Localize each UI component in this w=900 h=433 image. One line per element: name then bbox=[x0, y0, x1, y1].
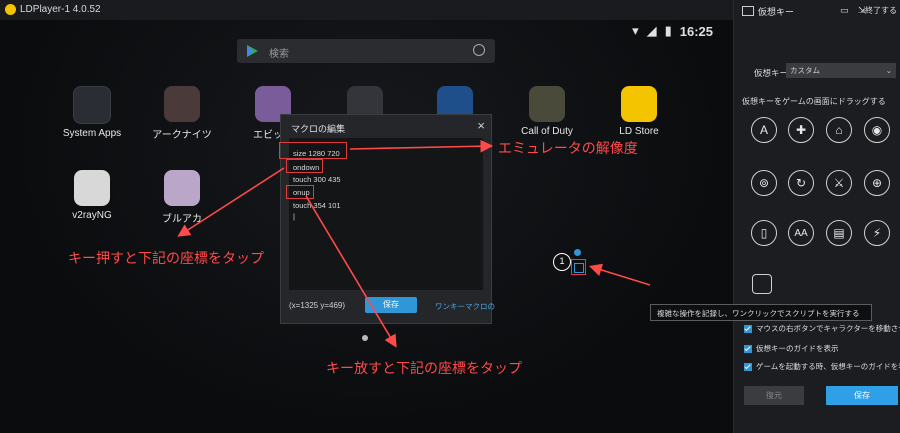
blue-archive-icon bbox=[164, 170, 200, 206]
checkbox-label: マウスの右ボタンでキャラクターを移動させる bbox=[756, 324, 900, 333]
vk-preset-select[interactable]: カスタム ⌄ bbox=[786, 63, 896, 78]
aim-key-button[interactable]: ⊕ bbox=[864, 170, 890, 196]
call-of-duty-icon bbox=[529, 86, 565, 122]
folder-icon[interactable]: ▭ bbox=[840, 5, 849, 16]
checkbox-icon bbox=[744, 345, 752, 354]
panel-title: 仮想キー bbox=[758, 7, 795, 17]
v2rayng-icon bbox=[74, 170, 110, 206]
arknights-icon bbox=[164, 86, 200, 122]
checkbox-show-guide[interactable]: 仮想キーのガイドを表示 bbox=[744, 343, 839, 354]
ldplayer-logo-icon bbox=[5, 4, 16, 15]
lightning-key-button[interactable]: ⚡ bbox=[864, 220, 890, 246]
search-icon[interactable] bbox=[473, 44, 485, 56]
app-v2rayng[interactable]: v2rayNG bbox=[57, 170, 127, 221]
marker-edit-icon[interactable] bbox=[574, 263, 584, 273]
annotation-resolution: エミュレータの解像度 bbox=[498, 140, 638, 156]
highlight-ondown bbox=[286, 159, 323, 173]
macro-key-button[interactable] bbox=[752, 274, 772, 294]
reset-button[interactable]: 復元 bbox=[744, 386, 804, 405]
exit-button[interactable]: 終了する bbox=[865, 5, 897, 16]
vk-select-label: 仮想キー bbox=[754, 68, 789, 78]
script-line: touch 354 101 bbox=[293, 201, 341, 210]
shake-key-button[interactable]: ▤ bbox=[826, 220, 852, 246]
battery-icon: ▮ bbox=[664, 23, 672, 38]
checkbox-label: ゲームを起動する時、仮想キーのガイドを表示 bbox=[756, 362, 900, 371]
macro-key-marker[interactable]: 1 bbox=[553, 253, 571, 271]
play-store-icon bbox=[247, 45, 258, 57]
cursor-coordinates: (x=1325 y=469) bbox=[289, 301, 346, 310]
dpad-key-button[interactable]: ✚ bbox=[788, 117, 814, 143]
window-titlebar: LDPlayer-1 4.0.52 bbox=[0, 0, 733, 20]
rotate-key-button[interactable]: ↻ bbox=[788, 170, 814, 196]
wifi-icon: ▾ bbox=[632, 23, 639, 38]
app-label: v2rayNG bbox=[72, 210, 112, 221]
highlight-onup bbox=[286, 185, 314, 199]
text-cursor: | bbox=[293, 212, 295, 221]
repeat-key-button[interactable]: AA bbox=[788, 220, 814, 246]
checkbox-right-click-move[interactable]: マウスの右ボタンでキャラクターを移動させる bbox=[744, 323, 900, 334]
drag-hint: 仮想キーをゲームの画面にドラッグする bbox=[742, 97, 886, 106]
chevron-down-icon: ⌄ bbox=[885, 66, 892, 75]
app-call-of-duty[interactable]: Call of Duty bbox=[512, 86, 582, 137]
signal-icon: ◢ bbox=[646, 23, 657, 38]
view-key-button[interactable]: ◉ bbox=[864, 117, 890, 143]
attack-key-button[interactable]: ⚔ bbox=[826, 170, 852, 196]
keyboard-icon bbox=[742, 6, 754, 16]
checkbox-label: 仮想キーのガイドを表示 bbox=[756, 344, 839, 353]
skill-key-button[interactable]: ⊚ bbox=[751, 170, 777, 196]
one-key-macro-link[interactable]: ワンキーマクロの bbox=[435, 301, 495, 312]
annotation-press: キー押すと下記の座標をタップ bbox=[68, 250, 264, 266]
virtual-key-panel: 仮想キー ▭ ⇲ 終了する 仮想キー カスタム ⌄ 仮想キーをゲームの画面にドラ… bbox=[733, 0, 900, 433]
macro-tooltip: 複雑な操作を記録し、ワンクリックでスクリプトを実行する bbox=[650, 304, 872, 321]
app-blue-archive[interactable]: ブルアカ bbox=[147, 170, 217, 225]
app-label: アークナイツ bbox=[152, 130, 212, 141]
script-line: touch 300 435 bbox=[293, 175, 341, 184]
page-indicator bbox=[362, 335, 368, 341]
checkbox-icon bbox=[744, 363, 752, 372]
app-label: ブルアカ bbox=[162, 214, 202, 225]
window-title: LDPlayer-1 4.0.52 bbox=[20, 4, 101, 15]
key-a-button[interactable]: A bbox=[751, 117, 777, 143]
annotation-release: キー放すと下記の座標をタップ bbox=[326, 360, 522, 376]
search-placeholder: 検索 bbox=[269, 49, 289, 60]
app-label: Call of Duty bbox=[521, 126, 573, 137]
close-icon[interactable]: × bbox=[477, 118, 485, 133]
app-label: LD Store bbox=[619, 126, 659, 137]
highlight-size bbox=[279, 142, 347, 159]
save-button[interactable]: 保存 bbox=[365, 297, 417, 313]
dialog-title: マクロの編集 bbox=[291, 124, 346, 134]
app-ld-store[interactable]: LD Store bbox=[604, 86, 674, 137]
marker-delete-icon[interactable] bbox=[574, 249, 581, 256]
mouse-key-button[interactable]: ▯ bbox=[751, 220, 777, 246]
ld-store-icon bbox=[621, 86, 657, 122]
shoot-key-button[interactable]: ⌂ bbox=[826, 117, 852, 143]
android-status-bar: ▾ ◢ ▮ 16:25 bbox=[632, 23, 713, 39]
status-time: 16:25 bbox=[679, 23, 713, 39]
checkbox-icon bbox=[744, 325, 752, 334]
app-arknights[interactable]: アークナイツ bbox=[147, 86, 217, 141]
system-apps-icon bbox=[73, 86, 111, 124]
search-bar[interactable]: 検索 bbox=[237, 39, 495, 63]
app-system-apps[interactable]: System Apps bbox=[57, 86, 127, 139]
app-label: System Apps bbox=[62, 128, 122, 139]
checkbox-guide-on-launch[interactable]: ゲームを起動する時、仮想キーのガイドを表示 bbox=[744, 361, 900, 372]
panel-save-button[interactable]: 保存 bbox=[826, 386, 898, 405]
vk-select-value: カスタム bbox=[790, 66, 820, 75]
